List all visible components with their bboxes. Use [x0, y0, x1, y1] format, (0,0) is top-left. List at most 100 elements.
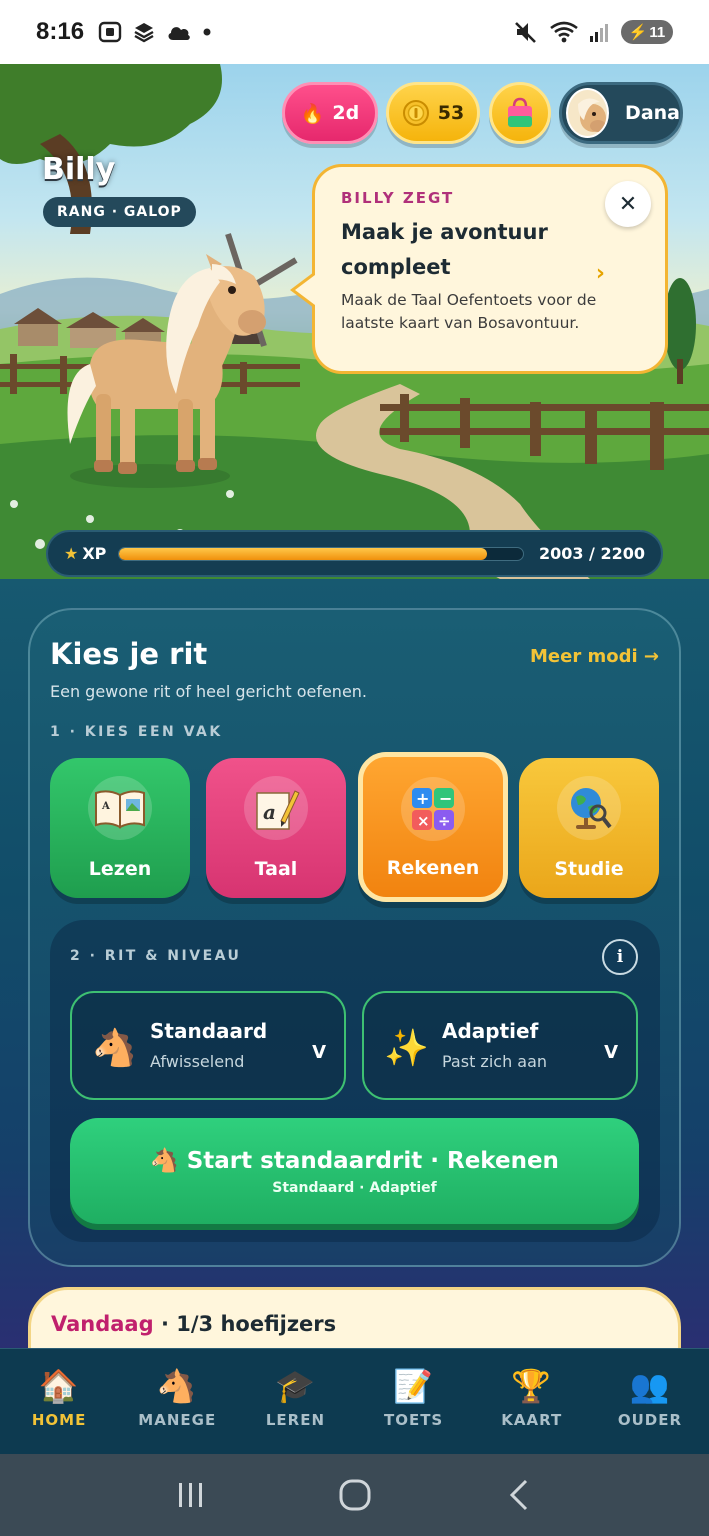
tip-body: Maak de Taal Oefentoets voor de laatste … [341, 291, 597, 332]
status-bar: 8:16 ⚡ 11 [0, 0, 709, 64]
charging-icon: ⚡ [628, 24, 648, 41]
horse-icon: 🐴 [150, 1147, 179, 1174]
pony-avatar-icon [578, 98, 606, 132]
book-icon: A [88, 776, 152, 840]
start-sub: Standaard · Adaptief [272, 1179, 437, 1196]
chevron-right-icon[interactable]: › [596, 261, 605, 286]
start-ride-button[interactable]: 🐴 Start standaardrit · Rekenen Standaard… [70, 1118, 639, 1224]
subject-label: Lezen [88, 858, 152, 880]
status-time: 8:16 [36, 18, 85, 45]
chevron-down-icon: V [312, 1042, 326, 1063]
memo-icon: 📝 [393, 1367, 435, 1405]
nav-toets[interactable]: 📝 TOETS [355, 1349, 473, 1454]
fire-icon: 🔥 [300, 102, 325, 125]
start-title: Start standaardrit · Rekenen [186, 1147, 559, 1174]
streak-pill[interactable]: 🔥 2d [282, 82, 378, 144]
today-rest: · 1/3 hoefijzers [153, 1312, 337, 1336]
nav-kaart[interactable]: 🏆 KAART [473, 1349, 591, 1454]
xp-value: 2003 / 2200 [538, 544, 645, 563]
bottom-nav: 🏠 HOME 🐴 MANEGE 🎓 LEREN 📝 TOETS 🏆 KAART … [0, 1348, 709, 1454]
ride-type-select[interactable]: 🐴 Standaard Afwisselend V [70, 991, 346, 1100]
ride-type-sub: Afwisselend [150, 1052, 245, 1071]
battery-level: 11 [649, 23, 666, 41]
subject-rekenen[interactable]: + − × ÷ Rekenen [358, 752, 508, 902]
xp-bar: ★ XP 2003 / 2200 [46, 530, 663, 577]
back-icon[interactable] [504, 1478, 534, 1512]
rank-badge: RANG · GALOP [43, 197, 196, 227]
nav-label: KAART [501, 1411, 563, 1429]
nav-manege[interactable]: 🐴 MANEGE [118, 1349, 236, 1454]
today-accent: Vandaag [51, 1312, 154, 1336]
star-icon: ★ [64, 544, 79, 563]
subject-label: Taal [254, 858, 298, 880]
avatar [566, 88, 610, 138]
pet-name: Billy [42, 152, 116, 187]
step1-label: 1 · KIES EEN VAK [50, 724, 223, 740]
nav-label: HOME [31, 1411, 87, 1429]
ride-type-title: Standaard [150, 1019, 268, 1043]
ride-title: Kies je rit [50, 637, 208, 671]
home-button-icon[interactable] [337, 1477, 373, 1513]
trophy-icon: 🏆 [511, 1367, 553, 1405]
hero-banner: Billy RANG · GALOP 🔥 2d 53 Dana BILLY ZE… [0, 64, 709, 579]
level-select[interactable]: ✨ Adaptief Past zich aan V [362, 991, 638, 1100]
nav-label: MANEGE [138, 1411, 217, 1429]
nav-label: LEREN [265, 1411, 325, 1429]
subject-label: Studie [554, 858, 624, 880]
parents-icon: 👥 [629, 1367, 671, 1405]
tip-title: Maak je avontuur compleet [341, 220, 548, 279]
calculator-icon: + − × ÷ [401, 777, 465, 841]
level-title: Adaptief [442, 1019, 539, 1043]
home-icon: 🏠 [38, 1367, 80, 1405]
recent-apps-icon[interactable] [175, 1480, 207, 1510]
svg-text:+: + [416, 789, 429, 808]
tip-eyebrow: BILLY ZEGT [341, 189, 455, 207]
svg-text:a: a [263, 800, 276, 824]
chevron-down-icon: V [604, 1042, 618, 1063]
wifi-icon [550, 21, 578, 43]
screenshot-icon [98, 21, 122, 43]
tip-bubble[interactable]: BILLY ZEGT Maak je avontuur compleet Maa… [312, 164, 668, 374]
svg-text:−: − [439, 789, 452, 808]
more-modes-link[interactable]: Meer modi → [530, 646, 659, 667]
svg-text:A: A [101, 801, 110, 812]
xp-label-group: ★ XP [64, 544, 106, 563]
nav-label: TOETS [383, 1411, 444, 1429]
system-navigation-bar [0, 1454, 709, 1536]
svg-text:÷: ÷ [438, 812, 451, 830]
info-icon[interactable]: i [602, 939, 638, 975]
signal-icon [590, 24, 608, 42]
nav-label: OUDER [617, 1411, 683, 1429]
ride-subtitle: Een gewone rit of heel gericht oefenen. [50, 682, 368, 701]
nav-leren[interactable]: 🎓 LEREN [236, 1349, 354, 1454]
subject-label: Rekenen [386, 857, 480, 879]
sparkles-icon: ✨ [384, 1028, 429, 1069]
battery-indicator: ⚡ 11 [621, 20, 673, 44]
step2-label: 2 · RIT & NIVEAU [70, 948, 242, 964]
start-title-row: 🐴 Start standaardrit · Rekenen [150, 1147, 559, 1174]
subject-lezen[interactable]: A Lezen [50, 758, 190, 898]
xp-label: XP [82, 544, 107, 563]
pencil-paper-icon: a [244, 776, 308, 840]
subject-taal[interactable]: a Taal [206, 758, 346, 898]
shop-button[interactable] [489, 82, 551, 144]
mute-icon [515, 22, 536, 43]
status-notification-icons [98, 21, 212, 43]
globe-icon [557, 776, 621, 840]
profile-pill[interactable]: Dana [559, 82, 683, 144]
streak-value: 2d [332, 102, 360, 124]
xp-fill [119, 547, 488, 560]
level-sub: Past zich aan [442, 1052, 548, 1071]
coin-icon [402, 100, 429, 126]
close-icon[interactable]: ✕ [605, 181, 651, 227]
horse-icon: 🐴 [92, 1028, 137, 1069]
cloud-icon [168, 27, 190, 40]
coins-pill[interactable]: 53 [386, 82, 480, 144]
profile-name: Dana [625, 102, 680, 124]
subject-studie[interactable]: Studie [519, 758, 659, 898]
xp-track [118, 546, 525, 561]
svg-text:×: × [417, 812, 430, 830]
nav-home[interactable]: 🏠 HOME [0, 1349, 118, 1454]
shopping-bag-icon [508, 97, 532, 127]
nav-ouder[interactable]: 👥 OUDER [591, 1349, 709, 1454]
